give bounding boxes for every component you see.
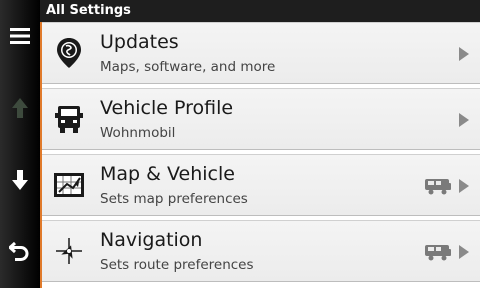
back-icon — [9, 241, 29, 261]
settings-item-updates[interactable]: Updates Maps, software, and more — [42, 22, 480, 84]
settings-item-navigation[interactable]: Navigation Sets route preferences — [42, 220, 480, 282]
back-button[interactable] — [0, 228, 40, 272]
scroll-down-button[interactable] — [0, 158, 40, 202]
settings-item-title: Vehicle Profile — [100, 97, 234, 119]
settings-list: Updates Maps, software, and more Vehicle… — [42, 22, 480, 288]
settings-item-map-vehicle[interactable]: Map & Vehicle Sets map preferences — [42, 154, 480, 216]
settings-item-title: Navigation — [100, 229, 203, 251]
settings-item-subtitle: Sets map preferences — [100, 191, 248, 207]
menu-icon — [10, 28, 30, 44]
globe-pin-icon — [52, 36, 86, 70]
settings-item-subtitle: Wohnmobil — [100, 125, 176, 141]
menu-button[interactable] — [0, 14, 40, 58]
settings-item-vehicle-profile[interactable]: Vehicle Profile Wohnmobil — [42, 88, 480, 150]
chevron-right-icon — [459, 47, 469, 61]
rv-icon — [425, 245, 451, 261]
chevron-right-icon — [459, 245, 469, 259]
side-rail — [0, 0, 40, 288]
truck-icon — [52, 102, 86, 136]
chevron-right-icon — [459, 113, 469, 127]
map-icon — [52, 168, 86, 202]
scroll-up-button[interactable] — [0, 86, 40, 130]
arrow-down-icon — [12, 170, 28, 190]
settings-item-title: Map & Vehicle — [100, 163, 235, 185]
settings-item-title: Updates — [100, 31, 179, 53]
page-title: All Settings — [40, 0, 480, 22]
settings-item-subtitle: Sets route preferences — [100, 257, 254, 273]
chevron-right-icon — [459, 179, 469, 193]
rv-icon — [425, 179, 451, 195]
settings-item-subtitle: Maps, software, and more — [100, 59, 276, 75]
arrow-up-icon — [12, 98, 28, 118]
compass-icon — [52, 234, 86, 268]
